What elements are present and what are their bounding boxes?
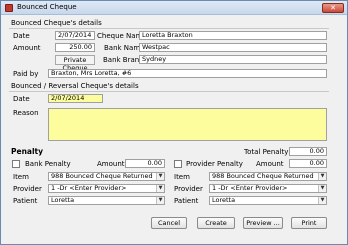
penalty-heading: Penalty bbox=[11, 147, 44, 156]
bounced-details-heading: Bounced Cheque's details bbox=[11, 19, 102, 27]
print-button[interactable]: Print bbox=[291, 217, 327, 229]
bank-provider-select[interactable]: 1 -Dr <Enter Provider> ▼ bbox=[48, 184, 165, 193]
paid-by-label: Paid by bbox=[13, 70, 39, 78]
provider-penalty-label: Provider Penalty bbox=[186, 160, 243, 168]
bank-patient-select[interactable]: Loretta ▼ bbox=[48, 196, 165, 205]
bank-penalty-label: Bank Penalty bbox=[25, 160, 71, 168]
date-field[interactable]: 2/07/2014 bbox=[55, 31, 95, 40]
reversal-date-label: Date bbox=[13, 95, 30, 103]
bank-name-field[interactable]: Westpac bbox=[139, 43, 327, 52]
bank-amount-label: Amount bbox=[97, 160, 125, 168]
cheque-name-field[interactable]: Loretta Braxton bbox=[139, 31, 327, 40]
bank-branch-field[interactable]: Sydney bbox=[139, 55, 327, 64]
bank-patient-value: Loretta bbox=[51, 196, 75, 204]
chevron-down-icon[interactable]: ▼ bbox=[156, 185, 164, 192]
provider-provider-select[interactable]: 1 -Dr <Enter Provider> ▼ bbox=[209, 184, 327, 193]
amount-label: Amount bbox=[13, 44, 41, 52]
chevron-down-icon[interactable]: ▼ bbox=[156, 173, 164, 180]
divider bbox=[9, 91, 329, 92]
paid-by-field[interactable]: Braxton, Mrs Loretta, #6 bbox=[48, 69, 327, 78]
provider-item-select[interactable]: 988 Bounced Cheque Returned ▼ bbox=[209, 172, 327, 181]
bank-item-select[interactable]: 988 Bounced Cheque Returned ▼ bbox=[48, 172, 165, 181]
divider bbox=[9, 28, 329, 29]
provider-provider-value: 1 -Dr <Enter Provider> bbox=[212, 184, 288, 192]
chevron-down-icon[interactable]: ▼ bbox=[318, 197, 326, 204]
bank-patient-label: Patient bbox=[13, 197, 38, 205]
title-bar[interactable]: Bounced Cheque ✕ bbox=[1, 1, 347, 15]
bank-penalty-checkbox[interactable] bbox=[12, 160, 20, 168]
reversal-date-field[interactable]: 2/07/2014 bbox=[48, 94, 103, 103]
preview-button[interactable]: Preview ... bbox=[243, 217, 283, 229]
chevron-down-icon[interactable]: ▼ bbox=[318, 173, 326, 180]
provider-patient-label: Patient bbox=[174, 197, 199, 205]
bounced-cheque-icon bbox=[5, 4, 13, 12]
chevron-down-icon[interactable]: ▼ bbox=[156, 197, 164, 204]
close-button[interactable]: ✕ bbox=[322, 3, 344, 13]
provider-patient-select[interactable]: Loretta ▼ bbox=[209, 196, 327, 205]
bank-item-label: Item bbox=[13, 173, 29, 181]
bank-provider-label: Provider bbox=[13, 185, 42, 193]
provider-penalty-checkbox[interactable] bbox=[174, 160, 182, 168]
date-label: Date bbox=[13, 32, 30, 40]
provider-item-label: Item bbox=[174, 173, 190, 181]
cancel-button[interactable]: Cancel bbox=[151, 217, 187, 229]
provider-provider-label: Provider bbox=[174, 185, 203, 193]
bounced-cheque-window: Bounced Cheque ✕ Bounced Cheque's detail… bbox=[0, 0, 348, 245]
amount-field[interactable]: 250.00 bbox=[55, 43, 95, 52]
reason-textarea[interactable] bbox=[48, 108, 327, 141]
chevron-down-icon[interactable]: ▼ bbox=[318, 185, 326, 192]
create-button[interactable]: Create bbox=[197, 217, 235, 229]
provider-item-value: 988 Bounced Cheque Returned bbox=[212, 172, 314, 180]
bank-amount-field[interactable]: 0.00 bbox=[125, 159, 165, 168]
provider-amount-label: Amount bbox=[256, 160, 284, 168]
total-penalty-label: Total Penalty bbox=[244, 148, 289, 156]
total-penalty-field: 0.00 bbox=[289, 147, 327, 156]
payment-type-field[interactable]: Private Cheque bbox=[55, 55, 95, 72]
provider-amount-field[interactable]: 0.00 bbox=[289, 159, 327, 168]
reason-label: Reason bbox=[13, 109, 39, 117]
provider-patient-value: Loretta bbox=[212, 196, 236, 204]
window-title: Bounced Cheque bbox=[17, 3, 77, 11]
bank-provider-value: 1 -Dr <Enter Provider> bbox=[51, 184, 127, 192]
bank-item-value: 988 Bounced Cheque Returned bbox=[51, 172, 153, 180]
reversal-details-heading: Bounced / Reversal Cheque's details bbox=[11, 82, 139, 90]
